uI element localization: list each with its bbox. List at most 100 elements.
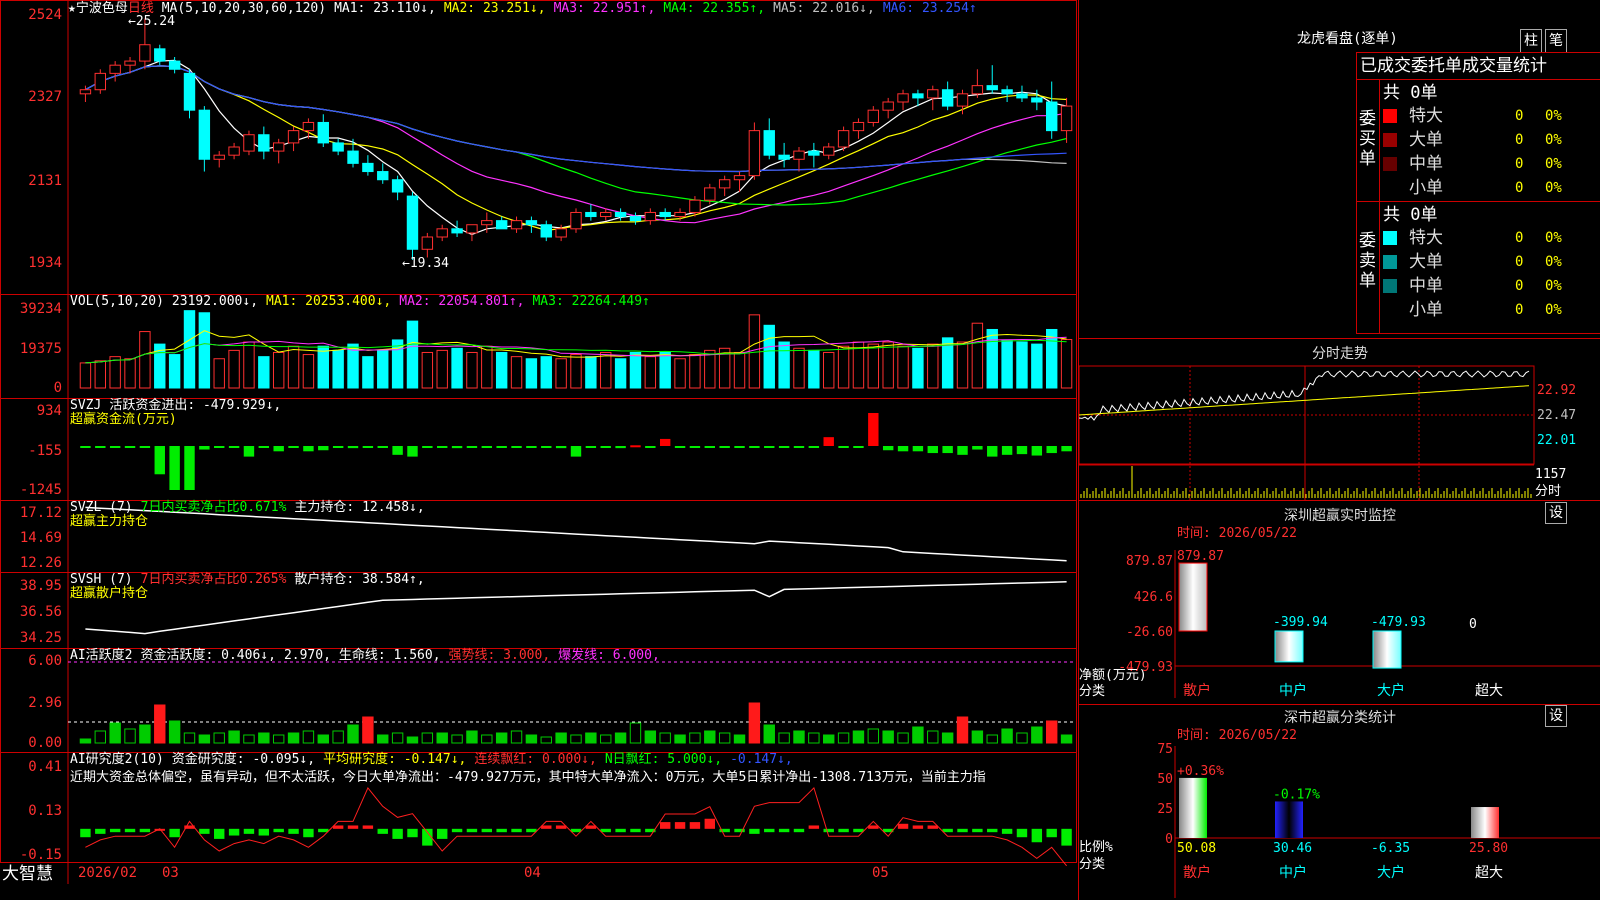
candle bbox=[555, 228, 567, 238]
svzj-bar bbox=[124, 446, 136, 448]
longhu-header: 已成交委托单成交量统计 bbox=[1360, 56, 1547, 76]
classify-settings-button[interactable]: 设 bbox=[1545, 705, 1567, 727]
svzj-bar bbox=[377, 446, 388, 448]
x-label-1: 03 bbox=[162, 865, 179, 881]
legend-item: N日飘红: 5.000↓, bbox=[604, 752, 723, 767]
legend-item: MA5: 22.016↓, bbox=[773, 1, 875, 16]
stroke-view-button[interactable]: 笔 bbox=[1545, 29, 1567, 53]
candle bbox=[139, 44, 151, 62]
buy-side-label: 委买单 bbox=[1359, 109, 1376, 169]
ai-active-bar bbox=[614, 732, 627, 744]
ai-research-bar bbox=[1016, 828, 1028, 838]
svzj-bar bbox=[511, 446, 522, 448]
order-count: 0 bbox=[1515, 108, 1524, 124]
order-row: 特大 0 0% bbox=[1381, 105, 1600, 127]
classify-category: 中户 bbox=[1279, 864, 1307, 881]
y-tick: 0 bbox=[53, 380, 62, 396]
svzj-bar bbox=[823, 437, 834, 446]
legend-item: 平均研究度: -0.147↓, bbox=[323, 752, 467, 767]
ai-research-bar bbox=[526, 828, 537, 833]
candle bbox=[451, 228, 463, 234]
ai-research-bar bbox=[95, 828, 106, 834]
intraday-chart[interactable] bbox=[1079, 360, 1600, 510]
y-tick: 36.56 bbox=[19, 604, 62, 620]
stock-name: 宁波色母 bbox=[75, 1, 128, 16]
ai-research-bar bbox=[273, 828, 284, 833]
y-tick: 6.00 bbox=[28, 653, 62, 669]
ai-active-bar bbox=[600, 734, 612, 744]
ai-active-bar bbox=[287, 732, 300, 744]
right-panels: 龙虎看盘(逐单) 柱 笔 已成交委托单成交量统计 委买单 委卖单 共 0单 共 … bbox=[1078, 0, 1600, 900]
candle bbox=[629, 216, 642, 222]
y-tick: 38.95 bbox=[19, 578, 62, 594]
candle bbox=[778, 154, 790, 160]
volume-bar bbox=[793, 347, 805, 389]
order-count: 0 bbox=[1515, 230, 1524, 246]
ai-active-bar bbox=[317, 734, 329, 744]
classify-y-tick: 75 bbox=[1157, 742, 1173, 757]
bar-view-button[interactable]: 柱 bbox=[1520, 29, 1542, 53]
volume-bar bbox=[778, 341, 790, 389]
ai-research-bar bbox=[1001, 828, 1013, 834]
low-price-label: ←19.34 bbox=[402, 256, 449, 271]
volume-bar bbox=[823, 351, 835, 389]
svzj-bar bbox=[659, 438, 671, 446]
y-tick: 1934 bbox=[28, 255, 62, 271]
ai-active-bar bbox=[956, 716, 969, 744]
volume-bar bbox=[183, 310, 196, 389]
ai-active-bar bbox=[1060, 734, 1073, 744]
ai-active-bar bbox=[124, 728, 136, 744]
ai-research-bar bbox=[1031, 828, 1043, 843]
volume-bar bbox=[436, 349, 448, 389]
svzj-bar bbox=[838, 446, 849, 448]
ai-active-bar bbox=[451, 734, 463, 744]
ai-active-bar bbox=[198, 734, 211, 744]
candle bbox=[243, 134, 255, 152]
svzj-bar bbox=[109, 446, 121, 448]
ai-active-bar bbox=[555, 732, 567, 744]
svzj-bar bbox=[793, 446, 805, 448]
order-pct: 0% bbox=[1545, 230, 1562, 246]
legend-item: MA4: 22.355↑, bbox=[663, 1, 766, 16]
ai-active-bar bbox=[540, 736, 552, 744]
candle bbox=[495, 220, 508, 230]
ai-active-bar bbox=[1016, 732, 1028, 744]
ai-active-bar bbox=[837, 732, 850, 744]
ai-research-bar bbox=[793, 828, 805, 833]
ai-research-bar bbox=[243, 828, 255, 834]
svzj-bar bbox=[704, 446, 715, 448]
svzj-bar bbox=[778, 446, 790, 448]
ai-active-bar bbox=[897, 732, 909, 744]
classify-category: 散户 bbox=[1183, 864, 1211, 881]
ai-active-bar bbox=[763, 724, 775, 744]
candle bbox=[600, 211, 612, 218]
ai-research-bar bbox=[139, 828, 151, 833]
order-row: 特大 0 0% bbox=[1381, 227, 1600, 249]
candle bbox=[213, 154, 225, 160]
high-price-label: ←25.24 bbox=[128, 14, 175, 29]
candle bbox=[94, 72, 107, 91]
monitor-settings-button[interactable]: 设 bbox=[1545, 502, 1567, 524]
svzj-bar bbox=[437, 446, 448, 448]
ai-active-bar bbox=[79, 738, 92, 744]
intraday-tick-0: 22.92 bbox=[1537, 383, 1577, 398]
y-tick: 2327 bbox=[28, 89, 62, 105]
ai-research-bar bbox=[764, 828, 775, 833]
svzj-bar bbox=[987, 446, 998, 457]
ai-active-bar bbox=[570, 734, 582, 744]
legend-item: 连续飘红: 0.000↓, bbox=[474, 752, 597, 767]
volume-bar bbox=[629, 351, 642, 389]
monitor-time: 时间: 2026/05/22 bbox=[1177, 526, 1297, 541]
volume-bar bbox=[362, 356, 374, 389]
ai-research-bar bbox=[838, 828, 849, 833]
candle bbox=[466, 224, 478, 234]
order-count: 0 bbox=[1515, 302, 1524, 318]
monitor-value-label: -399.94 bbox=[1273, 615, 1328, 630]
candle bbox=[109, 64, 121, 74]
ma4-line bbox=[85, 65, 1067, 206]
svzj-bar bbox=[600, 446, 611, 448]
main-chart-area[interactable]: ★宁波色母日线 MA(5,10,20,30,60,120) MA1: 23.110… bbox=[0, 0, 1078, 884]
ai-active-bar bbox=[213, 732, 225, 744]
ai-active-bar bbox=[510, 730, 523, 744]
candle bbox=[183, 72, 196, 111]
